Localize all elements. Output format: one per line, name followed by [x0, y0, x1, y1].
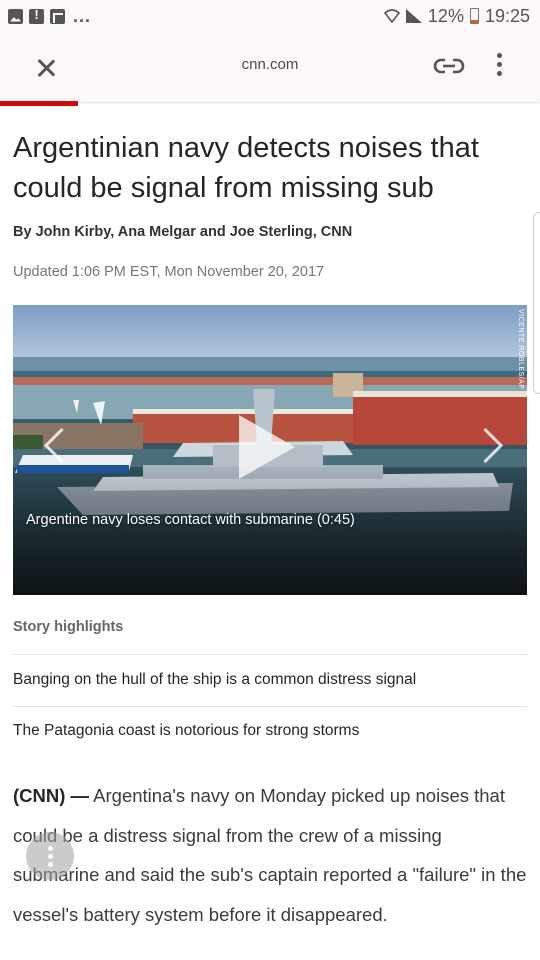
article-byline: By John Kirby, Ana Melgar and Joe Sterli…	[13, 224, 353, 240]
article-body-text: Argentina's navy on Monday picked up noi…	[13, 785, 527, 925]
overflow-menu-icon[interactable]	[490, 50, 508, 82]
edge-panel-handle[interactable]	[533, 212, 540, 394]
floating-menu-button[interactable]	[26, 832, 74, 880]
video-caption: Argentine navy loses contact with submar…	[26, 512, 355, 528]
highlight-item: The Patagonia coast is notorious for str…	[13, 722, 360, 739]
signal-icon	[405, 9, 422, 23]
alert-notification-icon	[29, 7, 44, 24]
video-player[interactable]: VICENTE ROBLES/AP Argentine navy loses c…	[13, 305, 527, 595]
photo-credit: VICENTE ROBLES/AP	[517, 309, 524, 390]
article-source-label: (CNN) —	[13, 785, 90, 806]
browser-toolbar: cnn.com	[0, 32, 540, 102]
play-icon[interactable]	[239, 415, 295, 479]
clock: 19:25	[484, 5, 530, 26]
divider	[13, 654, 527, 655]
wifi-icon	[383, 9, 400, 23]
article-body-paragraph: (CNN) — Argentina's navy on Monday picke…	[13, 776, 527, 934]
battery-percent: 12%	[427, 5, 464, 26]
copy-link-icon[interactable]	[432, 54, 466, 78]
story-highlights-title: Story highlights	[13, 619, 124, 635]
calendar-notification-icon	[50, 8, 65, 24]
page-load-progress	[0, 101, 78, 106]
article-updated-timestamp: Updated 1:06 PM EST, Mon November 20, 20…	[13, 264, 325, 280]
more-notifications-indicator: ...	[73, 5, 92, 26]
divider	[13, 706, 527, 707]
status-bar: ... 12% 19:25	[0, 0, 540, 32]
battery-icon	[469, 8, 479, 24]
article-headline: Argentinian navy detects noises that cou…	[13, 132, 479, 204]
highlight-item: Banging on the hull of the ship is a com…	[13, 671, 417, 688]
gallery-notification-icon	[8, 8, 23, 24]
